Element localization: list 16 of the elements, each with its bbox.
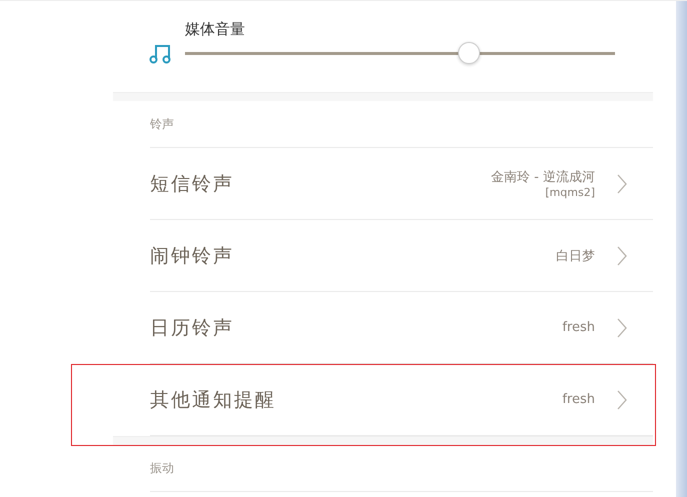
section-header: 铃声 — [150, 116, 174, 132]
settings-row[interactable]: 短信铃声 金南玲 - 逆流成河 [mqms2] — [150, 148, 653, 220]
slider-thumb[interactable] — [458, 42, 480, 64]
ringtone-value: [mqms2] — [545, 186, 595, 199]
chevron-right-icon — [617, 174, 627, 194]
volume-label: 媒体音量 — [185, 20, 245, 39]
ringtone-value: 金南玲 - 逆流成河 — [491, 169, 595, 186]
ringtone-value: 白日梦 — [556, 248, 595, 264]
section-header: 振动 — [150, 460, 174, 476]
ringtone-value: fresh — [562, 392, 595, 407]
settings-row[interactable]: 闹钟铃声 白日梦 — [150, 220, 653, 292]
chevron-right-icon — [617, 246, 627, 266]
chevron-right-icon — [617, 318, 627, 338]
ringtone-value: fresh — [562, 320, 595, 335]
chevron-right-icon — [617, 390, 627, 410]
settings-row[interactable]: 日历铃声 fresh — [150, 292, 653, 364]
